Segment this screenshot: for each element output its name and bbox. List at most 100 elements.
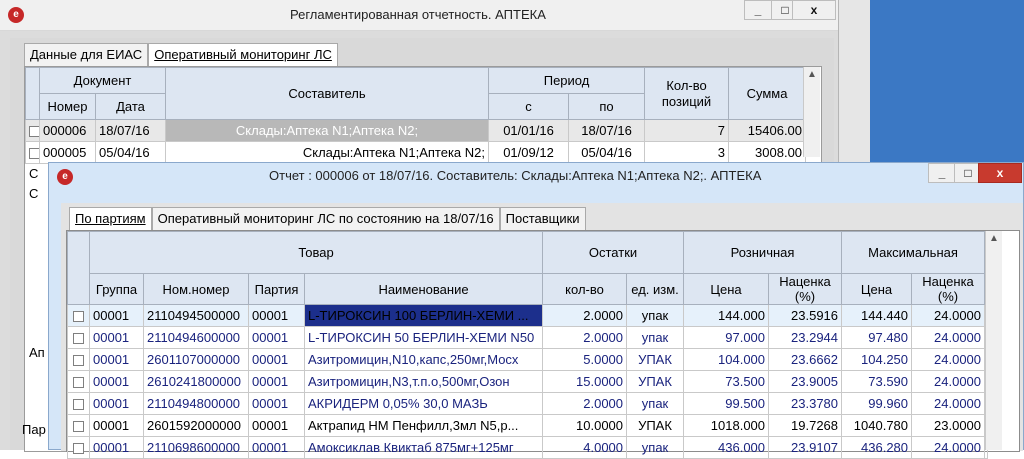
cell-markup: 23.2944 [768,326,843,349]
max-markup-header[interactable]: Наценка (%) [911,273,986,305]
table-row[interactable]: 00001 2110494600000 00001 L-ТИРОКСИН 50 БЕР… [67,326,989,349]
count-header[interactable]: Кол-во позиций [644,67,730,120]
cell-number: 000006 [39,119,96,142]
cell-name: L-ТИРОКСИН 100 БЕРЛИН-ХЕМИ ... [303,304,544,327]
checkbox[interactable] [73,377,84,389]
markup-header[interactable]: Наценка (%) [768,273,843,305]
tab-operational-monitoring-date[interactable]: Оперативный мониторинг ЛС по состоянию н… [151,207,500,230]
cell-from: 01/01/16 [488,119,570,142]
cell-group: 00001 [89,392,144,415]
cell-date: 05/04/16 [94,141,167,164]
cell-max-price: 97.480 [841,326,913,349]
goods-table[interactable]: Товар Остатки Розничная Максимальная Це … [66,230,1020,459]
name-header[interactable]: Наименование [303,273,544,305]
checkbox[interactable] [73,311,84,323]
app-logo-icon: e [57,169,73,185]
table-row[interactable]: 00001 2601107000000 00001 Азитромицин,N10,к… [67,348,989,371]
cell-name: L-ТИРОКСИН 50 БЕРЛИН-ХЕМИ N50 [303,326,544,349]
cell-markup: 23.9005 [768,370,843,393]
date-header[interactable]: Дата [94,93,167,120]
sum-header[interactable]: Сумма [728,67,807,120]
cell-nomnum: 2610241800000 [143,370,249,393]
cell-price: 99.500 [683,392,770,415]
cell-markup: 23.9107 [768,436,843,459]
cell-price: 436.000 [683,436,770,459]
cell-markup: 23.5916 [768,304,843,327]
close-button[interactable]: x [978,163,1022,183]
cell-batch: 00001 [248,304,305,327]
cell-price: 144.000 [683,304,770,327]
cell-sum: 3008.00 [728,141,807,164]
cell-unit: УПАК [626,414,685,437]
table-row[interactable]: 00001 2110494800000 00001 АКРИДЕРМ 0,05% 30… [67,392,989,415]
title-bar[interactable]: e Регламентированная отчетность. АПТЕКА … [0,0,838,31]
table-row[interactable]: 00001 2610241800000 00001 Азитромицин,N3,т.… [67,370,989,393]
group-header[interactable]: Группа [89,273,144,305]
table-row[interactable]: 00001 2110494500000 00001 L-ТИРОКСИН 100 БЕ… [67,304,989,327]
selector-header [67,231,90,305]
table-row[interactable]: 00001 2110698600000 00001 Амоксиклав Квикта… [67,436,989,459]
unit-header[interactable]: ед. изм. [626,273,685,305]
checkbox[interactable] [73,355,84,367]
nomnum-header[interactable]: Ном.номер [143,273,249,305]
cell-qty: 5.0000 [542,348,628,371]
reports-scrollbar[interactable]: ▲ [803,67,820,157]
table-row[interactable]: 000005 05/04/16 Склады:Аптека N1;Аптека … [25,141,807,164]
row-checkbox[interactable] [67,304,90,327]
tab-eias-data[interactable]: Данные для ЕИАС [24,43,149,66]
author-header[interactable]: Составитель [165,67,490,120]
cell-max-markup: 24.0000 [911,392,986,415]
partial-row-label: С [29,186,39,201]
cell-markup: 23.3780 [768,392,843,415]
cell-nomnum: 2110494800000 [143,392,249,415]
tab-bar: По партиям Оперативный мониторинг ЛС по … [69,207,586,230]
cell-unit: упак [626,304,685,327]
partial-row-label: С [29,166,39,181]
row-checkbox[interactable] [67,392,90,415]
checkbox[interactable] [73,443,84,455]
table-row[interactable]: 000006 18/07/16 Склады:Аптека N1;Аптека … [25,119,807,142]
title-bar[interactable]: e Отчет : 000006 от 18/07/16. Составител… [49,163,1023,193]
tab-operational-monitoring[interactable]: Оперативный мониторинг ЛС [148,43,338,66]
from-header[interactable]: с [488,93,570,120]
checkbox[interactable] [73,333,84,345]
to-header[interactable]: по [568,93,646,120]
qty-header[interactable]: кол-во [542,273,628,305]
max-price-header[interactable]: Цена [841,273,913,305]
tab-bar: Данные для ЕИАС Оперативный мониторинг Л… [24,43,338,66]
minimize-button[interactable]: _ [928,163,956,183]
cell-price: 73.500 [683,370,770,393]
row-checkbox[interactable] [67,370,90,393]
stock-header: Остатки [542,231,685,274]
checkbox[interactable] [73,399,84,411]
close-button[interactable]: x [792,0,836,20]
checkbox[interactable] [73,421,84,433]
tab-by-batches[interactable]: По партиям [69,207,152,230]
goods-scrollbar[interactable]: ▲ [985,231,1002,450]
cell-author: Склады:Аптека N1;Аптека N2; [165,141,490,164]
cell-name: АКРИДЕРМ 0,05% 30,0 МАЗЬ [303,392,544,415]
minimize-button[interactable]: _ [744,0,772,20]
cell-max-markup: 24.0000 [911,436,986,459]
tab-suppliers[interactable]: Поставщики [499,207,586,230]
scroll-up-icon[interactable]: ▲ [986,231,1002,247]
batch-header[interactable]: Партия [248,273,305,305]
cell-from: 01/09/12 [488,141,570,164]
cell-price: 104.000 [683,348,770,371]
number-header[interactable]: Номер [39,93,96,120]
cell-name: Азитромицин,N3,т.п.о,500мг,Озон [303,370,544,393]
row-checkbox[interactable] [67,348,90,371]
row-checkbox[interactable] [67,414,90,437]
row-checkbox[interactable] [25,141,40,164]
row-checkbox[interactable] [67,326,90,349]
cell-nomnum: 2601592000000 [143,414,249,437]
selector-header [25,67,40,120]
table-row[interactable]: 00001 2601592000000 00001 Актрапид НМ Пенфи… [67,414,989,437]
price-header[interactable]: Цена [683,273,770,305]
cell-batch: 00001 [248,348,305,371]
row-checkbox[interactable] [67,436,90,459]
goods-header: Товар [88,231,544,274]
row-checkbox[interactable] [25,119,40,142]
window-title: Отчет : 000006 от 18/07/16. Составитель:… [269,168,762,183]
scroll-up-icon[interactable]: ▲ [804,67,820,83]
